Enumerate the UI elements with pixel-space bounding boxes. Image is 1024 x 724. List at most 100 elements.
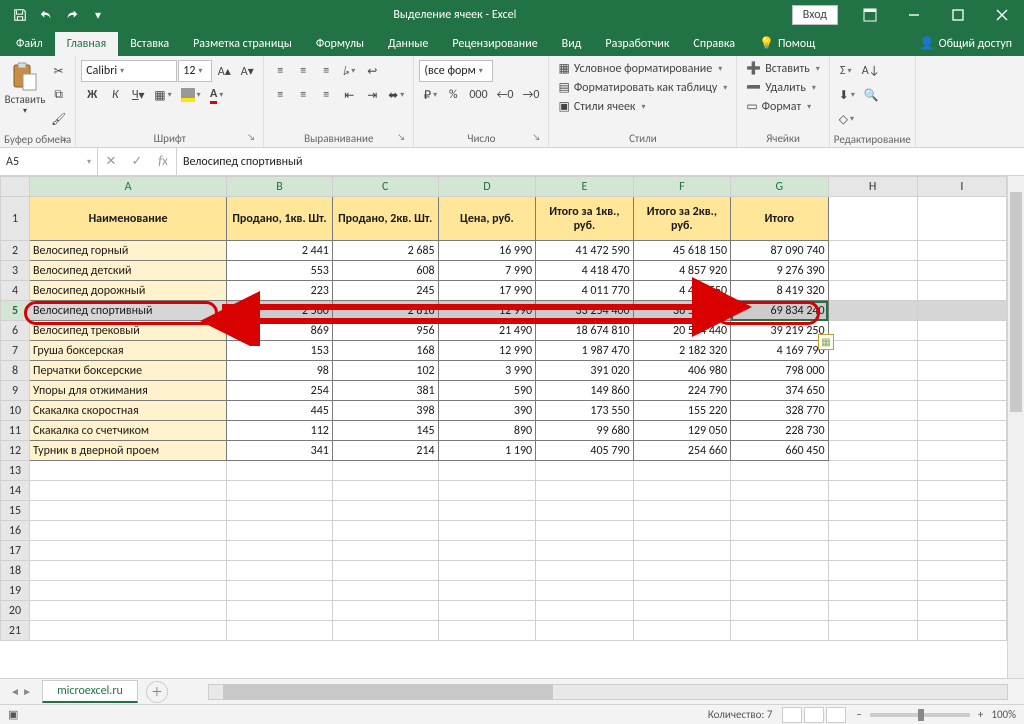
empty-cell[interactable] <box>30 501 227 521</box>
cell-name[interactable]: Велосипед детский <box>30 261 227 281</box>
empty-cell[interactable] <box>332 581 438 601</box>
cell-data[interactable]: 4 857 920 <box>633 261 730 281</box>
cell-data[interactable]: 590 <box>438 381 535 401</box>
cell-data[interactable]: 36 579 840 <box>633 301 730 321</box>
cell-name[interactable]: Велосипед горный <box>30 241 227 261</box>
row-header-12[interactable]: 12 <box>1 441 30 461</box>
empty-cell[interactable] <box>731 621 828 641</box>
increase-font-icon[interactable]: A▴ <box>213 60 235 82</box>
table-header[interactable]: Продано, 2кв. Шт. <box>332 197 438 241</box>
undo-icon[interactable] <box>34 3 58 27</box>
cell-data[interactable]: 99 680 <box>536 421 633 441</box>
tab-view[interactable]: Вид <box>550 32 594 56</box>
cell-data[interactable]: 12 990 <box>438 301 535 321</box>
formula-input[interactable]: Велосипед спортивный <box>177 148 1024 175</box>
row-header-21[interactable]: 21 <box>1 621 30 641</box>
maximize-icon[interactable] <box>936 0 980 30</box>
empty-cell[interactable] <box>227 461 333 481</box>
cell-data[interactable]: 660 450 <box>731 441 828 461</box>
format-as-table-button[interactable]: ▤Форматировать как таблицу <box>554 79 731 96</box>
cell-data[interactable]: 155 220 <box>633 401 730 421</box>
cell-data[interactable]: 445 <box>227 401 333 421</box>
percent-icon[interactable]: % <box>442 84 464 106</box>
cell-data[interactable]: 2 816 <box>332 301 438 321</box>
empty-cell[interactable] <box>536 621 633 641</box>
underline-button[interactable]: Ч ▾ <box>127 84 149 106</box>
align-right-icon[interactable]: ≡ <box>315 84 337 106</box>
dec-decimal-icon[interactable]: →0 <box>519 84 544 106</box>
table-header[interactable]: Итого за 1кв., руб. <box>536 197 633 241</box>
cell-name[interactable]: Упоры для отжимания <box>30 381 227 401</box>
italic-button[interactable]: К <box>104 84 126 106</box>
col-header-E[interactable]: E <box>536 177 633 197</box>
format-painter-icon[interactable]: 🖌 <box>47 108 70 130</box>
empty-cell[interactable] <box>438 521 535 541</box>
cell-data[interactable]: 2 441 <box>227 241 333 261</box>
cell-data[interactable]: 9 276 390 <box>731 261 828 281</box>
col-header-D[interactable]: D <box>438 177 535 197</box>
row-header-4[interactable]: 4 <box>1 281 30 301</box>
cell-data[interactable]: 1 190 <box>438 441 535 461</box>
align-bottom-icon[interactable]: ≡ <box>315 60 337 82</box>
horizontal-scrollbar[interactable] <box>208 684 1008 700</box>
wrap-text-icon[interactable]: ↩ <box>361 60 383 82</box>
row-header-3[interactable]: 3 <box>1 261 30 281</box>
table-header[interactable]: Наименование <box>30 197 227 241</box>
row-header-19[interactable]: 19 <box>1 581 30 601</box>
align-center-icon[interactable]: ≡ <box>292 84 314 106</box>
tab-formulas[interactable]: Формулы <box>304 32 376 56</box>
tab-review[interactable]: Рецензирование <box>440 32 549 56</box>
cell-data[interactable]: 390 <box>438 401 535 421</box>
col-header-A[interactable]: A <box>30 177 227 197</box>
cell-data[interactable]: 129 050 <box>633 421 730 441</box>
borders-icon[interactable]: ▦ <box>150 84 175 106</box>
empty-cell[interactable] <box>633 581 730 601</box>
empty-cell[interactable] <box>917 561 1006 581</box>
font-name-combo[interactable]: Calibri <box>81 60 177 82</box>
row-header-18[interactable]: 18 <box>1 561 30 581</box>
sort-filter-icon[interactable]: A↓ <box>858 60 884 82</box>
cell-name[interactable]: Груша боксерская <box>30 341 227 361</box>
empty-cell[interactable] <box>731 561 828 581</box>
empty-cell[interactable] <box>917 461 1006 481</box>
cell-data[interactable]: 224 790 <box>633 381 730 401</box>
cell-data[interactable]: 4 418 470 <box>536 261 633 281</box>
cell-data[interactable]: 87 090 740 <box>731 241 828 261</box>
col-header-I[interactable]: I <box>917 177 1006 197</box>
cell-data[interactable]: 214 <box>332 441 438 461</box>
decrease-font-icon[interactable]: A▾ <box>236 60 258 82</box>
cell-name[interactable]: Скакалка скоростная <box>30 401 227 421</box>
comma-icon[interactable]: 000 <box>465 84 491 106</box>
empty-cell[interactable] <box>30 521 227 541</box>
empty-cell[interactable] <box>917 621 1006 641</box>
tab-developer[interactable]: Разработчик <box>593 32 681 56</box>
cell-name[interactable]: Перчатки боксерские <box>30 361 227 381</box>
find-icon[interactable]: 🔍 <box>860 84 883 106</box>
empty-cell[interactable] <box>633 561 730 581</box>
zoom-level[interactable]: 100% <box>991 708 1016 721</box>
row-header-15[interactable]: 15 <box>1 501 30 521</box>
page-break-view-icon[interactable] <box>826 707 846 723</box>
empty-cell[interactable] <box>828 521 917 541</box>
cell-data[interactable]: 16 990 <box>438 241 535 261</box>
font-size-combo[interactable]: 12 <box>178 60 212 82</box>
col-header-B[interactable]: B <box>227 177 333 197</box>
empty-cell[interactable] <box>438 461 535 481</box>
vertical-scrollbar[interactable] <box>1007 176 1024 678</box>
empty-cell[interactable] <box>917 521 1006 541</box>
empty-cell[interactable] <box>227 621 333 641</box>
empty-cell[interactable] <box>332 521 438 541</box>
empty-cell[interactable] <box>227 561 333 581</box>
row-header-2[interactable]: 2 <box>1 241 30 261</box>
empty-cell[interactable] <box>30 461 227 481</box>
cell-data[interactable]: 254 <box>227 381 333 401</box>
col-header-F[interactable]: F <box>633 177 730 197</box>
add-sheet-button[interactable]: ＋ <box>146 681 168 703</box>
cell-data[interactable]: 145 <box>332 421 438 441</box>
cell-data[interactable]: 553 <box>227 261 333 281</box>
table-header[interactable]: Итого за 2кв., руб. <box>633 197 730 241</box>
autosum-icon[interactable]: Σ <box>835 60 857 82</box>
row-header-6[interactable]: 6 <box>1 321 30 341</box>
empty-cell[interactable] <box>917 541 1006 561</box>
fill-icon[interactable]: ⬇ <box>835 84 859 106</box>
